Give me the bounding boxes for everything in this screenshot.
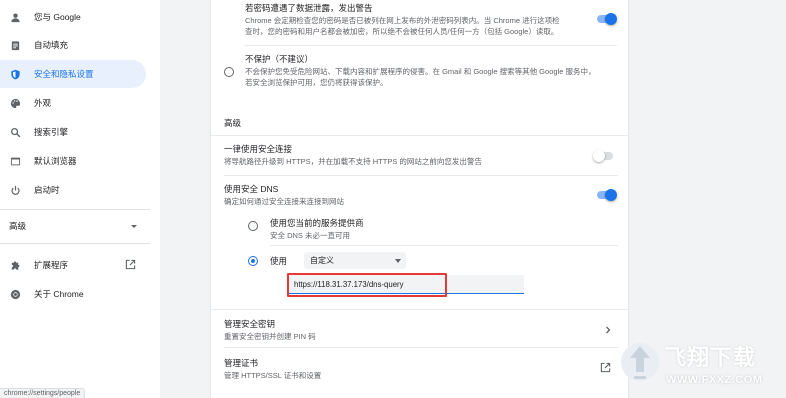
power-icon	[9, 184, 21, 196]
breach-warning-title: 若密码遭遇了数据泄露，发出警告	[245, 3, 373, 13]
dns-current-provider-title: 使用您当前的服务提供商	[270, 218, 364, 228]
no-protection-title: 不保护（不建议）	[245, 54, 314, 64]
highlight-annotation-box	[287, 273, 447, 297]
sidebar-item-search-engine[interactable]: 搜索引擎	[0, 118, 146, 146]
no-protection-radio[interactable]	[224, 67, 234, 77]
sidebar-item-autofill[interactable]: 自动填充	[0, 31, 146, 59]
sidebar-divider	[0, 209, 150, 210]
https-only-row: 一律使用安全连接 将导航路径升级到 HTTPS，并在加载不支持 HTTPS 的网…	[224, 143, 584, 167]
sidebar-advanced-toggle[interactable]: 高级	[9, 216, 137, 236]
open-in-new-icon	[125, 259, 136, 270]
dns-provider-select[interactable]: 自定义	[304, 252, 406, 269]
security-keys-desc: 重置安全密钥并创建 PIN 码	[224, 332, 316, 341]
sidebar-item-label: 安全和隐私设置	[34, 69, 94, 79]
breach-warning-desc-1: Chrome 会定期检查您的密码是否已被列在网上发布的外泄密码列表内。当 Chr…	[245, 16, 560, 25]
dns-current-provider-desc: 安全 DNS 未必一直可用	[270, 231, 351, 240]
divider	[224, 175, 618, 176]
sidebar-item-label: 您与 Google	[34, 12, 81, 22]
sidebar-item-on-startup[interactable]: 启动时	[0, 176, 146, 204]
palette-icon	[9, 97, 21, 109]
chrome-logo-icon	[9, 288, 21, 300]
caret-down-icon	[131, 224, 137, 228]
dns-current-provider-radio[interactable]	[248, 221, 258, 231]
watermark-title: 飞翔下载	[664, 346, 757, 371]
certificates-row[interactable]: 管理证书 管理 HTTPS/SSL 证书和设置	[224, 357, 524, 381]
sidebar-item-privacy-security[interactable]: 安全和隐私设置	[0, 60, 146, 88]
https-only-desc: 将导航路径升级到 HTTPS，并在加载不支持 HTTPS 的网站之前向您发出警告	[224, 157, 482, 166]
divider	[245, 45, 617, 46]
chevron-right-icon[interactable]	[605, 326, 611, 334]
security-keys-row[interactable]: 管理安全密钥 重置安全密钥并创建 PIN 码	[224, 318, 524, 342]
divider	[211, 135, 628, 136]
dns-custom-label: 使用	[270, 256, 288, 266]
https-only-toggle[interactable]	[593, 150, 613, 162]
open-in-new-icon[interactable]	[600, 362, 611, 373]
watermark: 飞翔下载 WWW.FXXZ.COM	[614, 334, 782, 394]
sidebar-item-label: 默认浏览器	[34, 156, 77, 166]
secure-dns-desc: 确定如何通过安全连接来连接到网站	[224, 197, 344, 206]
breach-warning-desc-2: 查时，您的密码和用户名都会被加密，所以绝不会被任何人员/任何一方（包括 Goog…	[245, 27, 559, 36]
certificates-desc: 管理 HTTPS/SSL 证书和设置	[224, 371, 322, 380]
sidebar-item-default-browser[interactable]: 默认浏览器	[0, 147, 146, 175]
divider	[270, 245, 618, 246]
sidebar-item-appearance[interactable]: 外观	[0, 89, 146, 117]
puzzle-icon	[9, 259, 21, 271]
sidebar-item-label: 搜索引擎	[34, 127, 69, 137]
advanced-section-header: 高级	[224, 118, 242, 128]
person-icon	[9, 11, 21, 23]
no-protection-desc-1: 不会保护您免受危险网站、下载内容和扩展程序的侵害。在 Gmail 和 Googl…	[245, 67, 596, 76]
sidebar: 您与 Google 自动填充 安全和隐私设置 外观 搜索引擎 默认浏览器 启动时…	[0, 0, 160, 398]
secure-dns-title: 使用安全 DNS	[224, 184, 279, 194]
divider	[224, 347, 618, 348]
dns-current-provider-option: 使用您当前的服务提供商 安全 DNS 未必一直可用	[270, 217, 470, 241]
sidebar-item-label: 启动时	[34, 185, 60, 195]
breach-warning-row: 若密码遭遇了数据泄露，发出警告 Chrome 会定期检查您的密码是否已被列在网上…	[245, 2, 575, 37]
security-keys-title: 管理安全密钥	[224, 319, 276, 329]
sidebar-item-you-and-google[interactable]: 您与 Google	[0, 3, 146, 31]
watermark-logo-icon	[621, 343, 659, 381]
search-icon	[9, 126, 21, 138]
dns-custom-radio[interactable]	[248, 256, 258, 266]
breach-warning-toggle[interactable]	[597, 13, 617, 25]
sidebar-item-label: 外观	[34, 98, 52, 108]
dns-provider-select-value: 自定义	[310, 256, 334, 265]
clipboard-icon	[9, 39, 21, 51]
sidebar-advanced-label: 高级	[9, 221, 27, 231]
dropdown-arrow-icon	[395, 259, 401, 263]
sidebar-divider	[0, 243, 150, 244]
settings-card: 若密码遭遇了数据泄露，发出警告 Chrome 会定期检查您的密码是否已被列在网上…	[211, 0, 628, 398]
secure-dns-toggle[interactable]	[597, 189, 617, 201]
shield-icon	[9, 68, 21, 80]
certificates-title: 管理证书	[224, 358, 259, 368]
status-bar-url: chrome://settings/people	[0, 388, 86, 398]
no-protection-desc-2: 若安全浏览保护可用，您仍将获得该保护。	[245, 78, 388, 87]
sidebar-item-extensions[interactable]: 扩展程序	[0, 251, 146, 279]
divider	[211, 309, 628, 310]
sidebar-item-label: 关于 Chrome	[34, 289, 84, 299]
https-only-title: 一律使用安全连接	[224, 144, 293, 154]
sidebar-item-about-chrome[interactable]: 关于 Chrome	[0, 280, 146, 308]
no-protection-row: 不保护（不建议） 不会保护您免受危险网站、下载内容和扩展程序的侵害。在 Gmai…	[245, 53, 625, 88]
watermark-url: WWW.FXXZ.COM	[666, 374, 763, 386]
secure-dns-row: 使用安全 DNS 确定如何通过安全连接来连接到网站	[224, 183, 524, 207]
sidebar-item-label: 扩展程序	[34, 260, 69, 270]
sidebar-item-label: 自动填充	[34, 40, 69, 50]
browser-icon	[9, 155, 21, 167]
